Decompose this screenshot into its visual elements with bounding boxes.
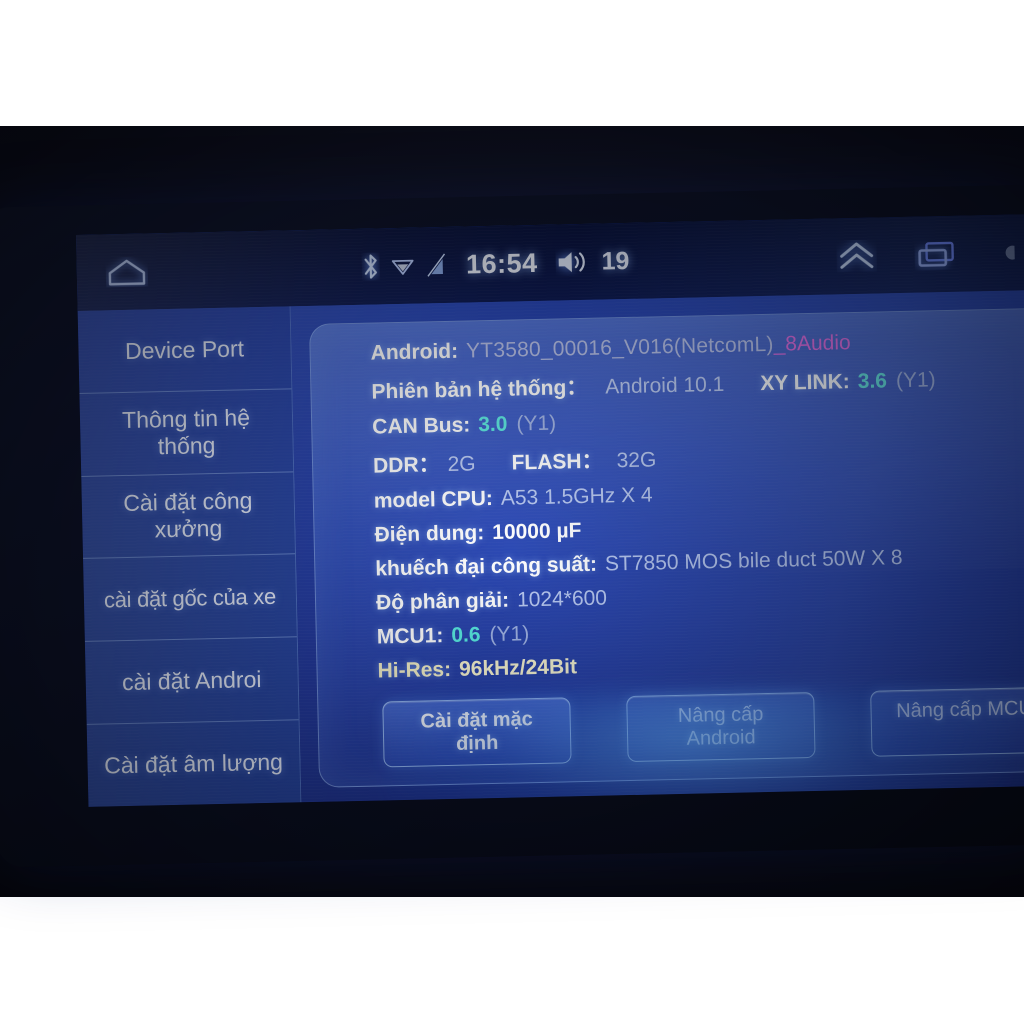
row-amplifier: khuếch đại công suất: ST7850 MOS bile du… <box>375 543 1024 582</box>
android-label: Android: <box>370 339 459 365</box>
ddr-value: 2G <box>447 452 476 476</box>
system-version-value: Android 10.1 <box>605 372 725 399</box>
status-clock: 16:54 <box>465 247 538 279</box>
hires-value: 96kHz/24Bit <box>458 655 578 681</box>
status-center-group: 16:54 19 <box>154 241 837 287</box>
upgrade-android-button[interactable]: Nâng cấp Android <box>626 692 816 763</box>
row-canbus: CAN Bus: 3.0 (Y1) <box>372 401 1024 440</box>
row-mcu1: MCU1: 0.6 (Y1) <box>377 611 1024 650</box>
xylink-label: XY LINK: <box>760 370 851 396</box>
content-area: Android: YT3580_00016_V016(NetcomL) _8Au… <box>290 289 1024 803</box>
row-android: Android: YT3580_00016_V016(NetcomL) _8Au… <box>370 327 1024 366</box>
xylink-value: 3.6 <box>857 369 888 393</box>
xylink-paren: (Y1) <box>895 368 936 393</box>
action-button-row: Cài đặt mặc định Nâng cấp Android Nâng c… <box>378 686 1024 768</box>
row-memory: DDR： 2G FLASH： 32G <box>373 435 1024 480</box>
photo-canvas: 16:54 19 Device Port Thông tin hệ thống … <box>0 0 1024 1024</box>
sidebar-item-system-info[interactable]: Thông tin hệ thống <box>79 389 294 477</box>
row-cpu: model CPU: A53 1.5GHz X 4 <box>374 475 1024 514</box>
status-right-group <box>836 236 1024 272</box>
hires-label: Hi-Res: <box>377 657 452 683</box>
canbus-paren: (Y1) <box>516 411 557 436</box>
resolution-value: 1024*600 <box>516 586 608 612</box>
upgrade-mcu-button[interactable]: Nâng cấp MCU <box>870 686 1024 757</box>
sidebar-item-volume-settings[interactable]: Cài đặt âm lượng <box>87 720 301 806</box>
home-icon <box>105 256 148 287</box>
row-system-version: Phiên bản hệ thống： Android 10.1 XY LINK… <box>371 361 1024 406</box>
status-edge-icon <box>998 240 1015 266</box>
resolution-label: Độ phân giải: <box>375 588 510 615</box>
system-version-label: Phiên bản hệ thống： <box>371 375 588 404</box>
row-hires: Hi-Res: 96kHz/24Bit <box>377 645 1024 684</box>
settings-sidebar: Device Port Thông tin hệ thống Cài đặt c… <box>77 306 302 807</box>
android-value-suffix: _8Audio <box>773 331 851 356</box>
volume-level: 19 <box>601 246 630 276</box>
factory-reset-button[interactable]: Cài đặt mặc định <box>382 697 572 768</box>
capacitance-value: 10000 µF <box>491 519 582 544</box>
flash-label: FLASH： <box>511 449 603 475</box>
row-resolution: Độ phân giải: 1024*600 <box>376 577 1024 616</box>
sidebar-item-android-settings[interactable]: cài đặt Androi <box>84 637 299 726</box>
main-body: Device Port Thông tin hệ thống Cài đặt c… <box>77 289 1024 807</box>
double-chevron-up-icon[interactable] <box>836 240 877 273</box>
capacitance-label: Điện dung: <box>374 521 485 547</box>
signal-off-icon <box>426 252 449 278</box>
canbus-label: CAN Bus: <box>372 413 471 439</box>
sidebar-item-car-original-settings[interactable]: cài đặt gốc của xe <box>83 554 297 643</box>
volume-icon[interactable] <box>555 248 590 277</box>
cpu-value: A53 1.5GHz X 4 <box>500 483 653 510</box>
head-unit-screen: 16:54 19 Device Port Thông tin hệ thống … <box>76 214 1024 807</box>
amplifier-value: ST7850 MOS bile duct 50W X 8 <box>604 546 903 576</box>
home-button[interactable] <box>98 251 155 292</box>
flash-value: 32G <box>616 448 657 473</box>
sidebar-item-device-port[interactable]: Device Port <box>77 306 292 394</box>
system-info-card: Android: YT3580_00016_V016(NetcomL) _8Au… <box>308 307 1024 788</box>
ddr-label: DDR： <box>372 453 440 478</box>
cpu-label: model CPU: <box>373 486 494 513</box>
android-value: YT3580_00016_V016(NetcomL) <box>465 332 774 363</box>
canbus-value: 3.0 <box>477 412 508 437</box>
mcu1-label: MCU1: <box>376 624 444 649</box>
row-capacitance: Điện dung: 10000 µF <box>374 509 1024 548</box>
mcu1-paren: (Y1) <box>489 622 530 647</box>
sidebar-item-factory-settings[interactable]: Cài đặt công xưởng <box>81 471 296 560</box>
recent-apps-icon[interactable] <box>914 238 961 271</box>
wifi-icon <box>392 255 414 277</box>
bluetooth-icon <box>362 252 381 280</box>
mcu1-value: 0.6 <box>451 623 481 647</box>
amplifier-label: khuếch đại công suất: <box>375 552 598 581</box>
